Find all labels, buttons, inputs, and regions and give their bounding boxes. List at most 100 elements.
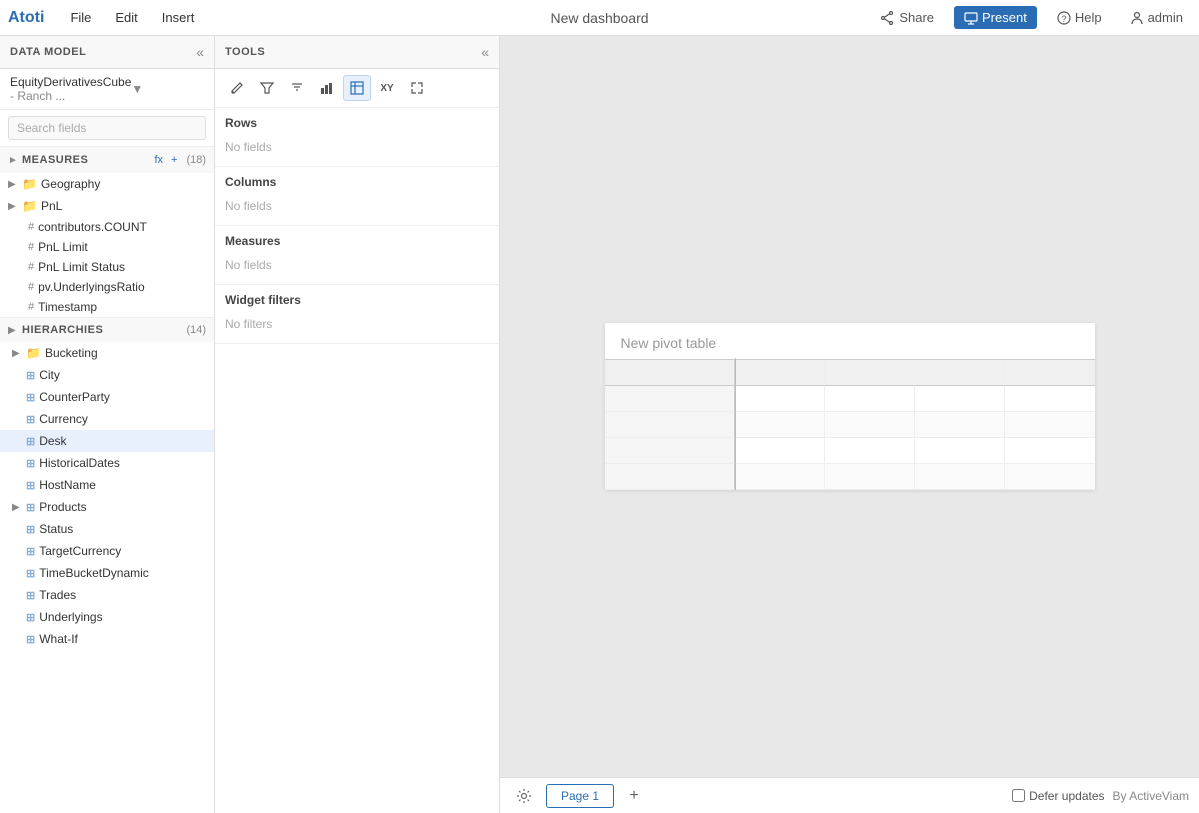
rows-zone: Rows No fields [215,108,499,167]
hostname-hier-icon: ⊞ [26,479,35,492]
filter-alt-icon [290,81,304,95]
underlyings-hier-icon: ⊞ [26,611,35,624]
pivot-cell [1005,438,1095,464]
hier-item-hostname[interactable]: ▶ ⊞ HostName [0,474,214,496]
desk-hier-icon: ⊞ [26,435,35,448]
targetcurrency-hier-icon: ⊞ [26,545,35,558]
add-page-button[interactable]: + [622,784,646,808]
columns-label: Columns [225,175,489,189]
rows-label: Rows [225,116,489,130]
measure-item-pv-underlyings[interactable]: # pv.UnderlyingsRatio [0,277,214,297]
pnl-folder-icon: 📁 [22,199,37,213]
hash-icon: # [28,221,34,233]
pivot-cell [825,438,915,464]
menu-file[interactable]: File [60,6,101,29]
measures-actions: fx + (18) [151,153,206,167]
cube-name: EquityDerivativesCube - Ranch ... [10,75,131,103]
data-model-collapse[interactable]: « [196,44,204,60]
tool-edit-button[interactable] [223,75,251,101]
hier-item-currency[interactable]: ▶ ⊞ Currency [0,408,214,430]
geography-label: Geography [41,177,100,191]
hierarchies-list: ▶ 📁 Bucketing ▶ ⊞ City ▶ ⊞ CounterParty … [0,342,214,813]
pivot-table: New pivot table [605,323,1095,490]
hier-item-products[interactable]: ▶ ⊞ Products [0,496,214,518]
hier-item-trades[interactable]: ▶ ⊞ Trades [0,584,214,606]
help-icon: ? [1057,11,1071,25]
rows-empty: No fields [225,136,489,158]
hier-item-city[interactable]: ▶ ⊞ City [0,364,214,386]
pivot-cell [735,464,825,490]
measure-item-pnl-limit-status[interactable]: # PnL Limit Status [0,257,214,277]
menu-edit[interactable]: Edit [105,6,147,29]
tools-header: TOOLS « [215,36,499,69]
filter-icon [260,81,274,95]
dashboard-title: New dashboard [550,10,648,26]
pivot-cell [1005,386,1095,412]
measures-header[interactable]: ► MEASURES fx + (18) [0,147,214,173]
hash-icon: # [28,261,34,273]
hier-item-desk[interactable]: ▶ ⊞ Desk [0,430,214,452]
pnl-arrow-icon: ▶ [8,201,20,212]
svg-text:?: ? [1061,14,1066,24]
plus-button[interactable]: + [168,153,180,167]
present-button[interactable]: Present [954,6,1037,29]
pivot-cell [605,412,735,438]
hier-item-historicaldates[interactable]: ▶ ⊞ HistoricalDates [0,452,214,474]
hier-item-timebucketdynamic[interactable]: ▶ ⊞ TimeBucketDynamic [0,562,214,584]
pivot-cell [1005,360,1095,386]
pivot-cell [825,360,915,386]
share-button[interactable]: Share [873,6,942,29]
folder-icon: 📁 [22,177,37,191]
fx-button[interactable]: fx [151,153,166,167]
hier-item-underlyings[interactable]: ▶ ⊞ Underlyings [0,606,214,628]
hash-icon: # [28,281,34,293]
tool-xy-button[interactable]: XY [373,75,401,101]
help-button[interactable]: ? Help [1049,6,1110,29]
historicaldates-hier-icon: ⊞ [26,457,35,470]
measure-item-timestamp[interactable]: # Timestamp [0,297,214,317]
hierarchies-header[interactable]: ▶ HIERARCHIES (14) [0,318,214,342]
canvas-panel: New pivot table [500,36,1199,813]
header-actions: Share Present ? Help admin [873,6,1191,29]
page-settings-button[interactable] [510,784,538,808]
pivot-cell [915,360,1005,386]
pivot-cell [825,386,915,412]
settings-icon [516,788,532,804]
menu-insert[interactable]: Insert [152,6,205,29]
cube-selector[interactable]: EquityDerivativesCube - Ranch ... ▼ [0,69,214,110]
status-hier-icon: ⊞ [26,523,35,536]
products-hier-icon: ⊞ [26,501,35,514]
main-layout: DATA MODEL « EquityDerivativesCube - Ran… [0,36,1199,813]
defer-updates-label: Defer updates [1012,789,1104,803]
data-model-title: DATA MODEL [10,46,86,58]
hier-item-bucketing[interactable]: ▶ 📁 Bucketing [0,342,214,364]
measures-group-pnl: ▶ 📁 PnL [0,195,214,217]
hier-item-status[interactable]: ▶ ⊞ Status [0,518,214,540]
tool-expand-button[interactable] [403,75,431,101]
tools-collapse[interactable]: « [481,44,489,60]
tool-table-button[interactable] [343,75,371,101]
search-input[interactable] [8,116,206,140]
bar-chart-icon [320,81,334,95]
measure-item-pnl-limit[interactable]: # PnL Limit [0,237,214,257]
menu-items: File Edit Insert [60,6,204,29]
measures-group-geography-header[interactable]: ▶ 📁 Geography [0,173,214,195]
activeviam-label: By ActiveViam [1113,789,1189,803]
tool-filter-button[interactable] [253,75,281,101]
page-1-tab[interactable]: Page 1 [546,784,614,808]
measures-group-geography: ▶ 📁 Geography [0,173,214,195]
hier-item-counterparty[interactable]: ▶ ⊞ CounterParty [0,386,214,408]
measure-item-contributors[interactable]: # contributors.COUNT [0,217,214,237]
xy-label: XY [380,83,393,94]
tools-title: TOOLS [225,46,265,58]
measures-group-pnl-header[interactable]: ▶ 📁 PnL [0,195,214,217]
hier-item-whatif[interactable]: ▶ ⊞ What-If [0,628,214,650]
monitor-icon [964,11,978,25]
pivot-vline-bar [735,358,736,490]
hier-item-targetcurrency[interactable]: ▶ ⊞ TargetCurrency [0,540,214,562]
defer-updates-checkbox[interactable] [1012,789,1025,802]
tool-filter-alt-button[interactable] [283,75,311,101]
measures-label: MEASURES [22,154,151,166]
tool-bar-chart-button[interactable] [313,75,341,101]
user-menu[interactable]: admin [1122,6,1191,29]
